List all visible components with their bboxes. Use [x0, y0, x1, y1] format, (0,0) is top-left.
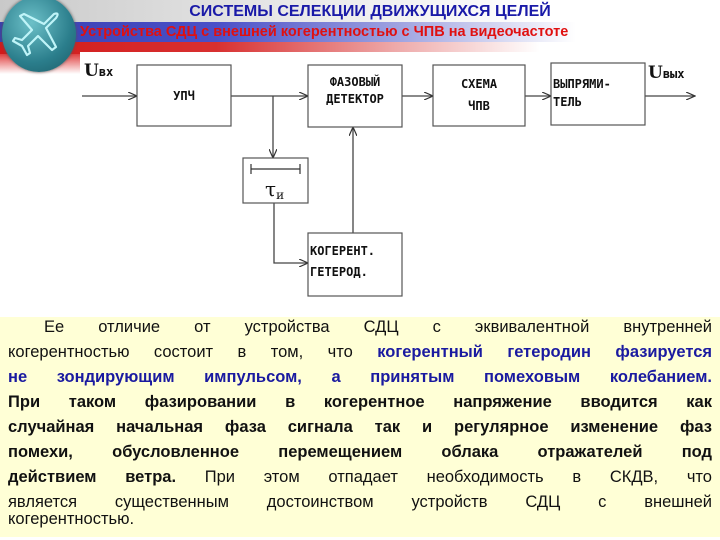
oscillator-label-2: ГЕТЕРОД.: [310, 265, 368, 279]
input-voltage-label: Uвх: [84, 61, 113, 81]
text-line-3: не зондирующим импульсом, а принятым пом…: [8, 368, 712, 386]
block-diagram: УПЧ ФАЗОВЫЙ ДЕТЕКТОР СХЕМА ЧПВ ВЫПРЯМИ- …: [82, 61, 720, 297]
upch-label: УПЧ: [173, 89, 195, 103]
output-voltage-label: Uвых: [648, 63, 685, 83]
phase-detector-label-1: ФАЗОВЫЙ: [330, 74, 381, 89]
chpv-label-2: ЧПВ: [468, 99, 490, 113]
rectifier-block: [550, 62, 646, 126]
text-line-7: действием ветра. При этом отпадает необх…: [8, 468, 712, 486]
chpv-label-1: СХЕМА: [461, 77, 498, 91]
delay-to-oscillator-line: [273, 203, 308, 263]
rectifier-label-2: ТЕЛЬ: [553, 95, 582, 109]
text-line-4: При таком фазировании в когерентное напр…: [8, 393, 712, 411]
chpv-block: [432, 64, 526, 127]
text-line-6: помехи, обусловленное перемещением облак…: [8, 443, 712, 461]
text-line-1: Ее отличие от устройства СДЦ с эквивален…: [44, 318, 712, 336]
oscillator-label-1: КОГЕРЕНТ.: [310, 244, 375, 258]
rectifier-label-1: ВЫПРЯМИ-: [553, 77, 611, 91]
text-line-5: случайная начальная фаза сигнала так и р…: [8, 418, 712, 436]
phase-detector-label-2: ДЕТЕКТОР: [326, 92, 384, 106]
text-line-2: когерентностью состоит в том, что когере…: [8, 343, 713, 361]
text-line-9: когерентностью.: [8, 510, 135, 528]
